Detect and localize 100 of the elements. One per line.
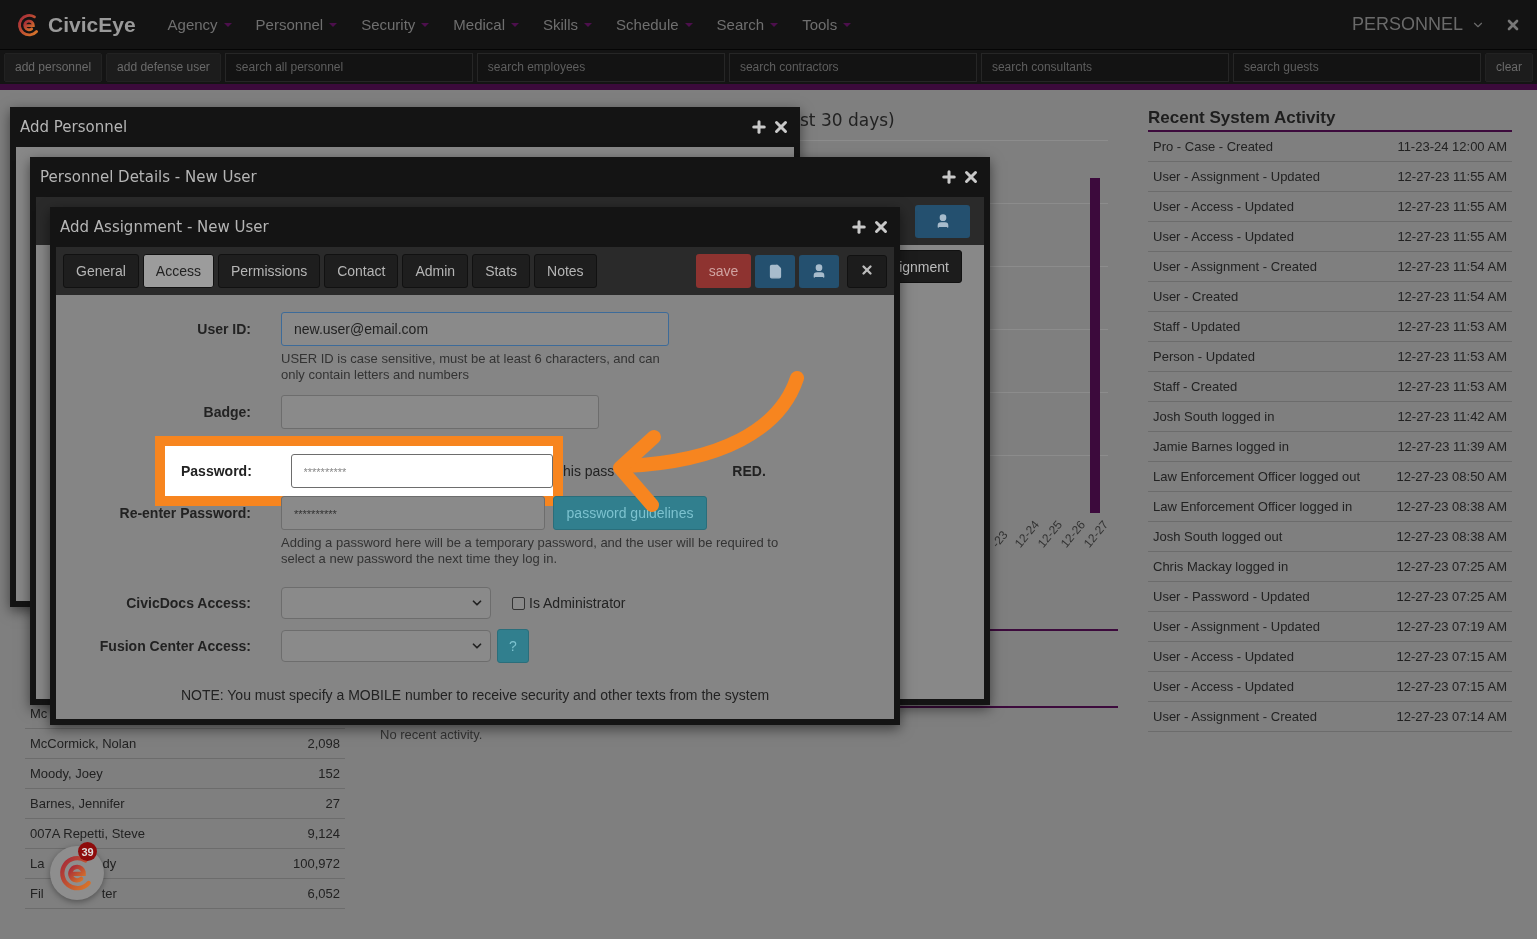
search-field[interactable]: search guests — [1232, 52, 1481, 82]
activity-event: User - Access - Updated — [1153, 649, 1294, 664]
nav-menu[interactable]: Security — [361, 16, 430, 33]
tab[interactable]: Admin — [402, 254, 469, 288]
search-field[interactable]: search employees — [476, 52, 725, 82]
activity-time: 12-27-23 07:14 AM — [1396, 709, 1507, 724]
input-field[interactable]: ********** — [290, 454, 553, 488]
activity-time: 12-27-23 08:38 AM — [1396, 529, 1507, 544]
nav-menu[interactable]: Personnel — [255, 16, 338, 33]
personnel-name: La — [30, 856, 45, 871]
activity-time: 12-27-23 07:25 AM — [1396, 559, 1507, 574]
toolbar-button[interactable]: add personnel — [4, 52, 103, 82]
personnel-name: Barnes, Jennifer — [30, 796, 125, 811]
search-field[interactable]: search consultants — [980, 52, 1229, 82]
personnel-row[interactable]: McCormick, Nolan 2,098 — [25, 729, 345, 759]
activity-event: Josh South logged in — [1153, 409, 1275, 424]
checkbox-label: Is Administrator — [529, 595, 626, 611]
activity-event: Chris Mackay logged in — [1153, 559, 1289, 574]
toolbar-button[interactable]: add defense user — [106, 52, 221, 82]
plus-icon[interactable] — [850, 218, 868, 236]
password-note: RED. — [732, 463, 766, 479]
help-text: Adding a password here will be a temporary password, and the user will be required to select a new password the next time they log in. — [281, 535, 780, 567]
guidelines-button[interactable]: password guidelines — [553, 496, 707, 530]
tab[interactable]: Permissions — [217, 254, 321, 288]
personnel-count: 27 — [325, 796, 340, 811]
personnel-count: 6,052 — [307, 886, 340, 901]
activity-event: User - Access - Updated — [1153, 229, 1294, 244]
personnel-row[interactable]: Barnes, Jennifer 27 — [25, 789, 345, 819]
plus-icon[interactable] — [940, 168, 958, 186]
activity-time: 12-27-23 11:55 AM — [1397, 199, 1507, 214]
search-field[interactable]: search all personnel — [224, 52, 473, 82]
user-button[interactable] — [915, 204, 970, 238]
search-field[interactable]: search contractors — [728, 52, 977, 82]
tab[interactable]: Notes — [534, 254, 597, 288]
activity-event: User - Access - Updated — [1153, 199, 1294, 214]
tab[interactable]: Stats — [472, 254, 531, 288]
close-icon[interactable] — [772, 118, 790, 136]
nav-menu[interactable]: Skills — [543, 16, 593, 33]
personnel-name: Fil — [30, 886, 44, 901]
user-button[interactable] — [799, 254, 839, 288]
personnel-row[interactable]: Moody, Joey 152 — [25, 759, 345, 789]
user-icon — [811, 263, 827, 279]
activity-event: User - Created — [1153, 289, 1239, 304]
document-button[interactable] — [755, 254, 795, 288]
input-field[interactable]: new.user@email.com — [281, 312, 669, 346]
activity-event: User - Password - Updated — [1153, 589, 1310, 604]
nav-menu[interactable]: Medical — [453, 16, 520, 33]
note-text: NOTE: You must specify a MOBILE number to receive security and other texts from the system — [179, 687, 771, 703]
field-label: Re-enter Password: — [118, 505, 251, 521]
activity-time: 12-27-23 07:15 AM — [1396, 649, 1507, 664]
nav-menu[interactable]: Schedule — [616, 16, 693, 33]
activity-time: 12-27-23 08:50 AM — [1396, 469, 1507, 484]
tab[interactable]: Contact — [324, 254, 399, 288]
personnel-name: Moody, Joey — [30, 766, 103, 781]
activity-event: Josh South logged out — [1153, 529, 1283, 544]
field-label: Password: — [181, 463, 253, 479]
activity-time: 12-27-23 07:15 AM — [1396, 679, 1507, 694]
select-field[interactable] — [281, 630, 491, 662]
tab[interactable]: General — [63, 254, 139, 288]
personnel-count: 9,124 — [307, 826, 340, 841]
input-field[interactable]: ********** — [281, 496, 545, 530]
password-note: his pass — [563, 463, 615, 479]
activity-time: 11-23-24 12:00 AM — [1397, 139, 1507, 154]
nav-menu[interactable]: Agency — [167, 16, 232, 33]
nav-menu[interactable]: Tools — [802, 16, 852, 33]
personnel-name: McCormick, Nolan — [30, 736, 137, 751]
personnel-name: Mc — [30, 706, 48, 721]
personnel-count: 100,972 — [293, 856, 340, 871]
empty-message: No recent activity. — [380, 727, 483, 742]
chart-title: st 30 days) — [800, 110, 895, 130]
activity-event: Staff - Created — [1153, 379, 1238, 394]
tab[interactable]: Access — [142, 254, 214, 288]
activity-time: 12-27-23 11:42 AM — [1397, 409, 1507, 424]
activity-time: 12-27-23 11:54 AM — [1397, 259, 1507, 274]
close-icon[interactable] — [872, 218, 890, 236]
document-icon — [767, 263, 783, 279]
help-button[interactable]: ? — [497, 629, 529, 663]
module-menu[interactable]: PERSONNEL — [1351, 14, 1485, 35]
activity-time: 12-27-23 07:25 AM — [1396, 589, 1507, 604]
checkbox[interactable] — [512, 596, 525, 610]
save-button[interactable]: save — [696, 254, 751, 288]
chat-button[interactable] — [50, 846, 104, 900]
plus-icon[interactable] — [750, 118, 768, 136]
activity-time: 12-27-23 11:55 AM — [1397, 229, 1507, 244]
window-title: Add Assignment - New User — [60, 218, 270, 236]
input-field[interactable] — [281, 395, 599, 429]
axis-label: -23 — [988, 527, 1012, 551]
field-label: User ID: — [196, 321, 251, 337]
field-label: Badge: — [202, 404, 251, 420]
select-field[interactable] — [281, 587, 491, 619]
clear-button[interactable]: clear — [1484, 52, 1533, 82]
close-icon — [860, 262, 874, 277]
personnel-count: 2,098 — [307, 736, 340, 751]
activity-time: 12-27-23 11:39 AM — [1397, 439, 1507, 454]
close-icon[interactable] — [962, 168, 980, 186]
activity-time: 12-27-23 07:19 AM — [1396, 619, 1507, 634]
nav-menu[interactable]: Search — [716, 16, 779, 33]
close-button[interactable] — [847, 254, 887, 288]
activity-event: Jamie Barnes logged in — [1153, 439, 1289, 454]
activity-event: Staff - Updated — [1153, 319, 1241, 334]
